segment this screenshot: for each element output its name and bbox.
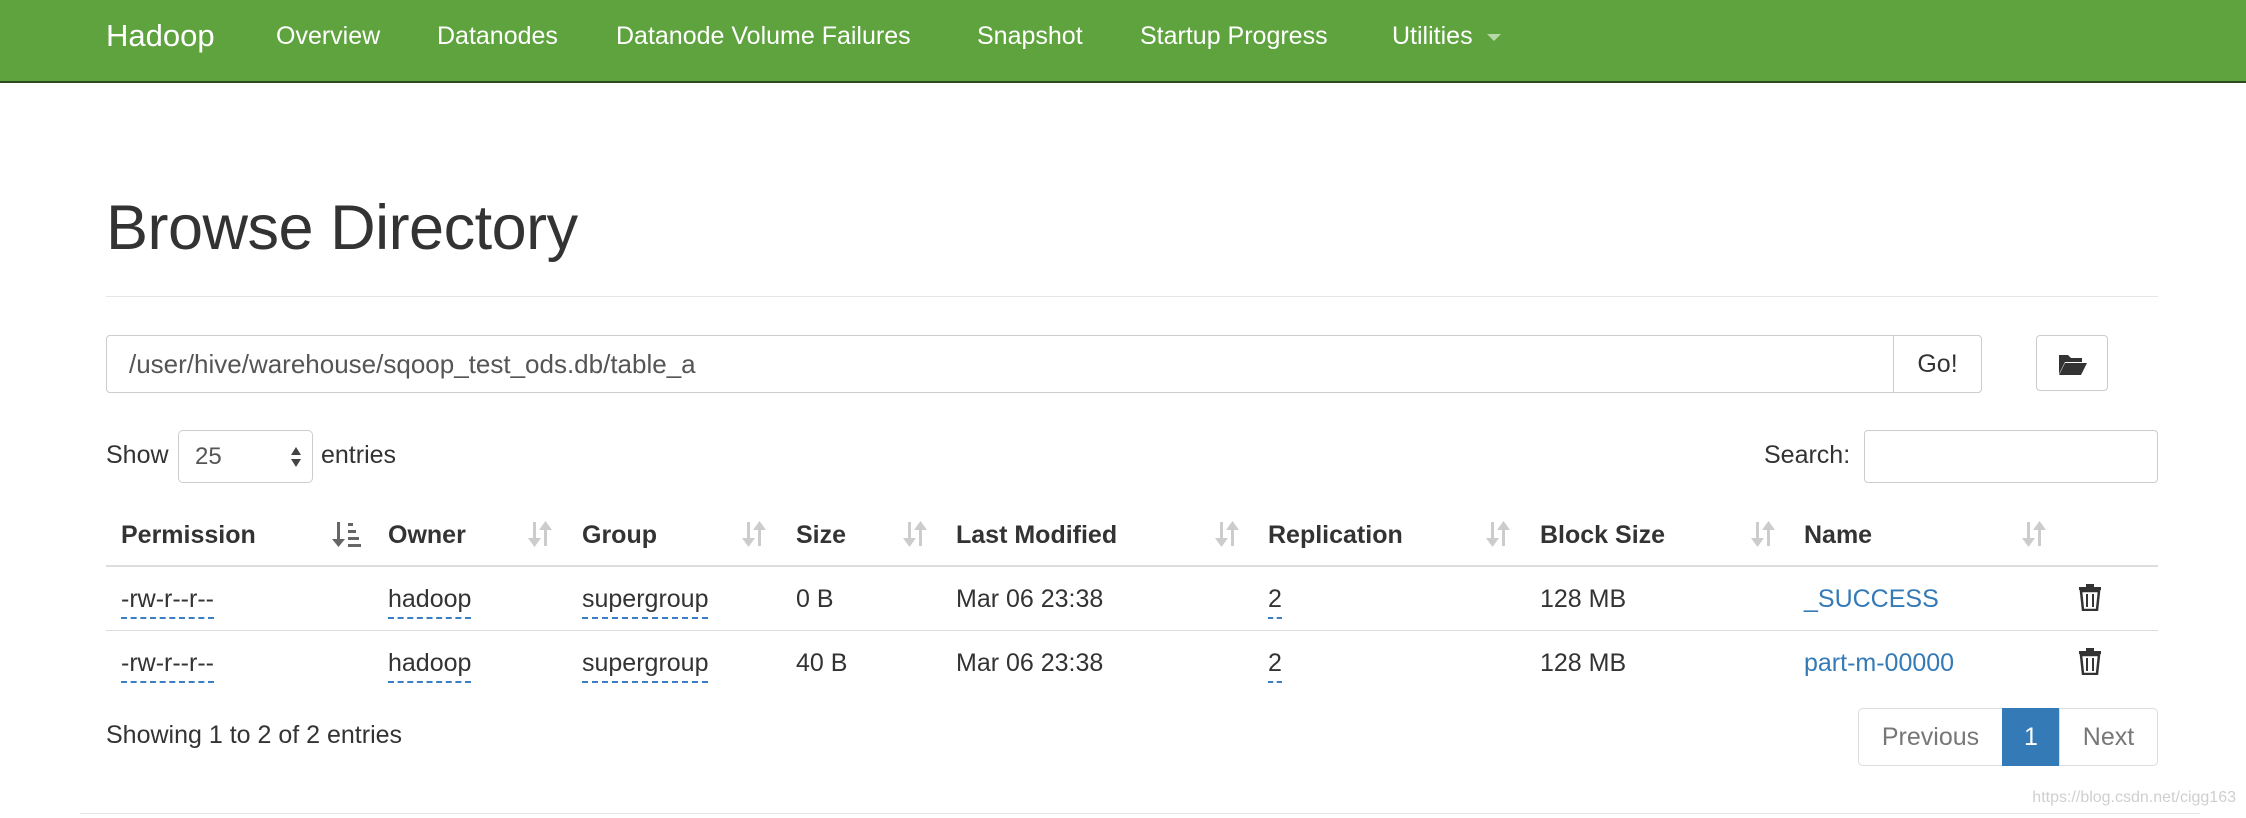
file-name-link[interactable]: _SUCCESS [1804,582,1939,616]
top-navbar: Hadoop Overview Datanodes Datanode Volum… [0,0,2246,83]
nav-overview[interactable]: Overview [276,18,380,54]
sort-both-icon[interactable] [1214,520,1240,548]
replication-cell[interactable]: 2 [1268,646,1282,683]
group-cell[interactable]: supergroup [582,582,709,619]
sort-both-icon[interactable] [1485,520,1511,548]
show-label: Show [106,441,169,469]
size-cell: 40 B [796,649,848,677]
column-header-name[interactable]: Name [1804,518,1872,552]
nav-startup-progress[interactable]: Startup Progress [1140,18,1328,54]
column-header-permission[interactable]: Permission [121,518,256,552]
pagination-next-button[interactable]: Next [2059,708,2158,766]
block-size-cell: 128 MB [1540,585,1627,613]
page-length-select[interactable]: 25 [178,430,313,483]
permission-cell[interactable]: -rw-r--r-- [121,646,214,683]
brand-logo-text[interactable]: Hadoop [106,16,215,56]
replication-cell[interactable]: 2 [1268,582,1282,619]
folder-open-icon [2059,355,2087,375]
caret-down-icon [1486,33,1501,41]
footer-divider [80,813,2200,814]
watermark-text: https://blog.csdn.net/cigg163 [2032,789,2236,806]
group-cell[interactable]: supergroup [582,646,709,683]
table-header-divider [106,565,2158,567]
nav-utilities-label: Utilities [1392,22,1473,50]
owner-cell[interactable]: hadoop [388,646,472,683]
nav-datanode-volume-failures[interactable]: Datanode Volume Failures [616,18,911,54]
column-header-owner[interactable]: Owner [388,518,466,552]
size-cell: 0 B [796,585,834,613]
sort-both-icon[interactable] [741,520,767,548]
sort-both-icon[interactable] [1750,520,1776,548]
page-title: Browse Directory [106,193,578,263]
column-header-replication[interactable]: Replication [1268,518,1403,552]
column-header-block-size[interactable]: Block Size [1540,518,1665,552]
column-header-last-modified[interactable]: Last Modified [956,518,1117,552]
nav-snapshot[interactable]: Snapshot [977,18,1083,54]
permission-cell[interactable]: -rw-r--r-- [121,582,214,619]
owner-cell[interactable]: hadoop [388,582,472,619]
sort-both-icon[interactable] [902,520,928,548]
block-size-cell: 128 MB [1540,649,1627,677]
entries-label: entries [321,441,397,469]
pagination-page-1-button[interactable]: 1 [2002,708,2060,766]
select-updown-icon [291,447,301,467]
trash-icon[interactable] [2078,583,2102,611]
go-button[interactable]: Go! [1893,335,1982,393]
last-modified-cell: Mar 06 23:38 [956,649,1104,677]
title-divider [106,296,2158,297]
sort-both-icon[interactable] [2021,520,2047,548]
directory-path-input[interactable] [106,335,1894,393]
row-divider [106,630,2158,631]
page-length-value: 25 [195,443,222,470]
sort-both-icon[interactable] [527,520,553,548]
sort-ascending-icon[interactable] [332,520,362,548]
column-header-group[interactable]: Group [582,518,657,552]
table-info-text: Showing 1 to 2 of 2 entries [106,721,403,749]
create-directory-button[interactable] [2036,335,2108,391]
file-name-link[interactable]: part-m-00000 [1804,646,1954,680]
search-input[interactable] [1864,430,2158,483]
search-label: Search: [1764,441,1851,469]
last-modified-cell: Mar 06 23:38 [956,585,1104,613]
nav-utilities-dropdown[interactable]: Utilities [1392,18,1501,54]
column-header-size[interactable]: Size [796,518,846,552]
trash-icon[interactable] [2078,647,2102,675]
nav-datanodes[interactable]: Datanodes [437,18,558,54]
pagination-previous-button[interactable]: Previous [1858,708,2003,766]
